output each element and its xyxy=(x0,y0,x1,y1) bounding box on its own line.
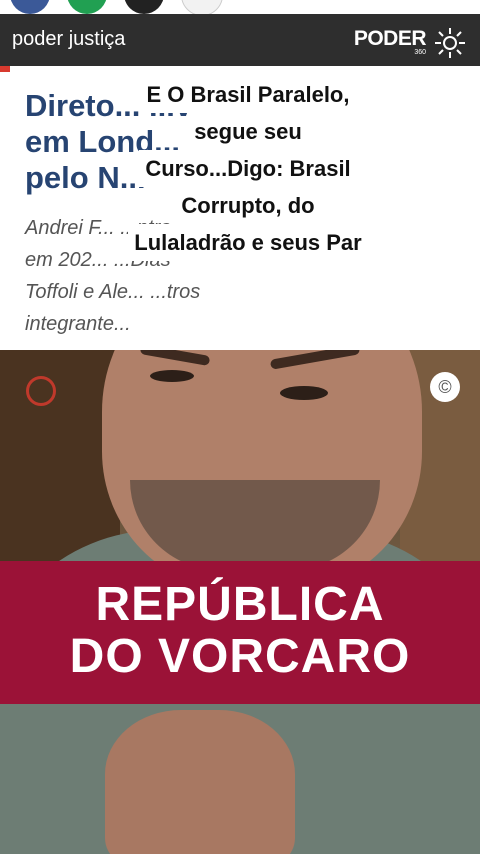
story-avatar[interactable] xyxy=(181,0,223,14)
banner-line: DO VORCARO xyxy=(69,630,411,683)
channel-name: poder justiça xyxy=(12,28,126,50)
banner-line: REPÚBLICA xyxy=(95,578,385,631)
story-avatar[interactable] xyxy=(10,0,50,14)
title-banner: REPÚBLICA DO VORCARO xyxy=(0,561,480,704)
overlay-caption: E O Brasil Paralelo, segue seu Curso...D… xyxy=(103,76,393,261)
person-eye xyxy=(150,370,194,382)
stories-avatar-strip xyxy=(0,0,480,14)
caption-line: Curso...Digo: Brasil xyxy=(139,150,357,187)
lede-line: Toffoli e Ale... ...tros xyxy=(25,281,201,303)
story-avatar[interactable] xyxy=(124,0,164,14)
logo-word: PODER xyxy=(353,27,427,50)
logo-number: 360 xyxy=(414,49,426,56)
story-avatar[interactable] xyxy=(67,0,107,14)
caption-line: segue seu xyxy=(188,113,308,150)
banner-title: REPÚBLICA DO VORCARO xyxy=(0,579,480,683)
channel-header: poder justiça PODER 360 xyxy=(0,14,480,66)
caption-line: Lulaladrão e seus Par xyxy=(128,224,368,261)
sunburst-logo-icon xyxy=(435,28,465,58)
poder-logo: PODER 360 xyxy=(353,25,466,58)
person-eye xyxy=(280,386,328,400)
caption-line: E O Brasil Paralelo, xyxy=(140,76,356,113)
caption-line: Corrupto, do xyxy=(175,187,321,224)
recording-mark-icon xyxy=(26,376,56,406)
video-frame[interactable]: © REPÚBLICA DO VORCARO xyxy=(0,350,480,854)
lede-line: integrante... xyxy=(25,313,131,335)
copyright-icon: © xyxy=(430,372,460,402)
person-hand xyxy=(105,710,295,854)
article-accent xyxy=(0,66,10,72)
